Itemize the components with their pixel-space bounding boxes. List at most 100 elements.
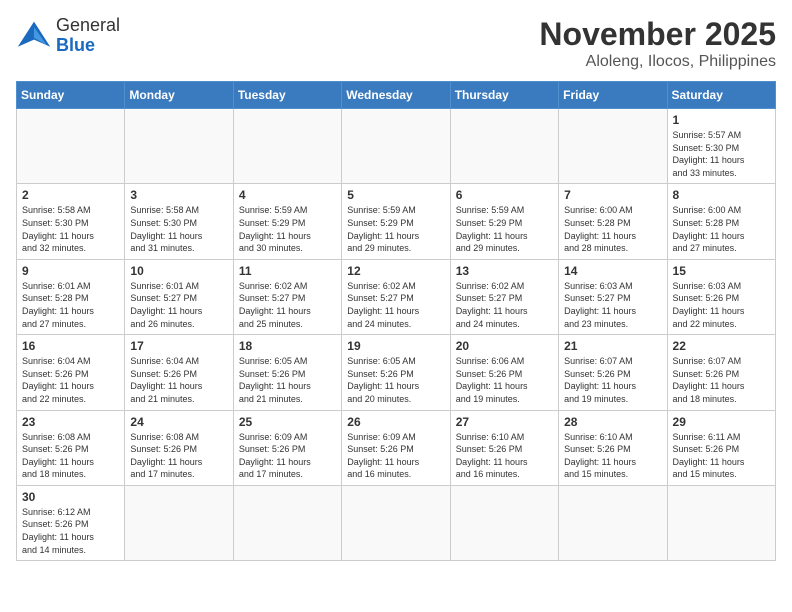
calendar-week-row: 2 Sunrise: 5:58 AM Sunset: 5:30 PM Daylig… bbox=[17, 184, 776, 259]
calendar-cell bbox=[233, 485, 341, 560]
day-info: Sunrise: 6:05 AM Sunset: 5:26 PM Dayligh… bbox=[347, 355, 444, 405]
calendar-cell: 7 Sunrise: 6:00 AM Sunset: 5:28 PM Daylig… bbox=[559, 184, 667, 259]
calendar-cell: 9 Sunrise: 6:01 AM Sunset: 5:28 PM Daylig… bbox=[17, 259, 125, 334]
calendar-cell: 27 Sunrise: 6:10 AM Sunset: 5:26 PM Dayli… bbox=[450, 410, 558, 485]
day-info: Sunrise: 5:58 AM Sunset: 5:30 PM Dayligh… bbox=[130, 204, 227, 254]
day-number: 7 bbox=[564, 188, 661, 202]
weekday-header-wednesday: Wednesday bbox=[342, 82, 450, 109]
day-number: 23 bbox=[22, 415, 119, 429]
day-number: 19 bbox=[347, 339, 444, 353]
day-number: 29 bbox=[673, 415, 770, 429]
day-number: 13 bbox=[456, 264, 553, 278]
day-info: Sunrise: 5:59 AM Sunset: 5:29 PM Dayligh… bbox=[347, 204, 444, 254]
calendar-week-row: 23 Sunrise: 6:08 AM Sunset: 5:26 PM Dayli… bbox=[17, 410, 776, 485]
day-info: Sunrise: 6:06 AM Sunset: 5:26 PM Dayligh… bbox=[456, 355, 553, 405]
day-number: 14 bbox=[564, 264, 661, 278]
calendar-cell: 22 Sunrise: 6:07 AM Sunset: 5:26 PM Dayli… bbox=[667, 335, 775, 410]
calendar-cell: 5Sunrise: 5:59 AM Sunset: 5:29 PM Daylig… bbox=[342, 184, 450, 259]
day-info: Sunrise: 6:00 AM Sunset: 5:28 PM Dayligh… bbox=[564, 204, 661, 254]
calendar-cell: 1Sunrise: 5:57 AM Sunset: 5:30 PM Daylig… bbox=[667, 109, 775, 184]
calendar-cell: 19 Sunrise: 6:05 AM Sunset: 5:26 PM Dayli… bbox=[342, 335, 450, 410]
day-info: Sunrise: 6:12 AM Sunset: 5:26 PM Dayligh… bbox=[22, 506, 119, 556]
day-info: Sunrise: 6:00 AM Sunset: 5:28 PM Dayligh… bbox=[673, 204, 770, 254]
day-info: Sunrise: 6:04 AM Sunset: 5:26 PM Dayligh… bbox=[22, 355, 119, 405]
day-info: Sunrise: 6:03 AM Sunset: 5:27 PM Dayligh… bbox=[564, 280, 661, 330]
day-number: 27 bbox=[456, 415, 553, 429]
day-number: 30 bbox=[22, 490, 119, 504]
weekday-header-friday: Friday bbox=[559, 82, 667, 109]
calendar-cell bbox=[342, 109, 450, 184]
weekday-header-saturday: Saturday bbox=[667, 82, 775, 109]
day-number: 3 bbox=[130, 188, 227, 202]
day-info: Sunrise: 6:02 AM Sunset: 5:27 PM Dayligh… bbox=[456, 280, 553, 330]
day-number: 15 bbox=[673, 264, 770, 278]
day-info: Sunrise: 6:01 AM Sunset: 5:28 PM Dayligh… bbox=[22, 280, 119, 330]
calendar-cell bbox=[125, 485, 233, 560]
calendar-cell: 21Sunrise: 6:07 AM Sunset: 5:26 PM Dayli… bbox=[559, 335, 667, 410]
day-info: Sunrise: 6:10 AM Sunset: 5:26 PM Dayligh… bbox=[456, 431, 553, 481]
calendar-cell: 26Sunrise: 6:09 AM Sunset: 5:26 PM Dayli… bbox=[342, 410, 450, 485]
day-info: Sunrise: 5:57 AM Sunset: 5:30 PM Dayligh… bbox=[673, 129, 770, 179]
day-number: 22 bbox=[673, 339, 770, 353]
day-info: Sunrise: 6:02 AM Sunset: 5:27 PM Dayligh… bbox=[347, 280, 444, 330]
logo-text: General Blue bbox=[56, 16, 120, 56]
day-number: 24 bbox=[130, 415, 227, 429]
day-number: 6 bbox=[456, 188, 553, 202]
day-info: Sunrise: 6:05 AM Sunset: 5:26 PM Dayligh… bbox=[239, 355, 336, 405]
title-area: November 2025 Aloleng, Ilocos, Philippin… bbox=[539, 16, 776, 71]
calendar-cell: 11Sunrise: 6:02 AM Sunset: 5:27 PM Dayli… bbox=[233, 259, 341, 334]
day-info: Sunrise: 6:07 AM Sunset: 5:26 PM Dayligh… bbox=[673, 355, 770, 405]
day-info: Sunrise: 6:02 AM Sunset: 5:27 PM Dayligh… bbox=[239, 280, 336, 330]
day-info: Sunrise: 6:10 AM Sunset: 5:26 PM Dayligh… bbox=[564, 431, 661, 481]
calendar-cell: 28 Sunrise: 6:10 AM Sunset: 5:26 PM Dayli… bbox=[559, 410, 667, 485]
calendar-cell: 4 Sunrise: 5:59 AM Sunset: 5:29 PM Daylig… bbox=[233, 184, 341, 259]
day-info: Sunrise: 5:59 AM Sunset: 5:29 PM Dayligh… bbox=[239, 204, 336, 254]
calendar-cell: 6 Sunrise: 5:59 AM Sunset: 5:29 PM Daylig… bbox=[450, 184, 558, 259]
general-blue-logo-icon bbox=[16, 18, 52, 54]
weekday-header-sunday: Sunday bbox=[17, 82, 125, 109]
day-number: 9 bbox=[22, 264, 119, 278]
day-number: 17 bbox=[130, 339, 227, 353]
calendar-cell: 20Sunrise: 6:06 AM Sunset: 5:26 PM Dayli… bbox=[450, 335, 558, 410]
location-title: Aloleng, Ilocos, Philippines bbox=[539, 53, 776, 71]
day-info: Sunrise: 6:07 AM Sunset: 5:26 PM Dayligh… bbox=[564, 355, 661, 405]
day-number: 2 bbox=[22, 188, 119, 202]
day-info: Sunrise: 6:09 AM Sunset: 5:26 PM Dayligh… bbox=[239, 431, 336, 481]
calendar-cell: 12 Sunrise: 6:02 AM Sunset: 5:27 PM Dayli… bbox=[342, 259, 450, 334]
calendar-cell: 15Sunrise: 6:03 AM Sunset: 5:26 PM Dayli… bbox=[667, 259, 775, 334]
calendar-cell bbox=[559, 109, 667, 184]
calendar-table: SundayMondayTuesdayWednesdayThursdayFrid… bbox=[16, 81, 776, 561]
logo: General Blue bbox=[16, 16, 120, 56]
calendar-cell bbox=[17, 109, 125, 184]
calendar-cell: 17 Sunrise: 6:04 AM Sunset: 5:26 PM Dayli… bbox=[125, 335, 233, 410]
calendar-cell: 24Sunrise: 6:08 AM Sunset: 5:26 PM Dayli… bbox=[125, 410, 233, 485]
day-info: Sunrise: 6:09 AM Sunset: 5:26 PM Dayligh… bbox=[347, 431, 444, 481]
day-info: Sunrise: 6:01 AM Sunset: 5:27 PM Dayligh… bbox=[130, 280, 227, 330]
day-number: 16 bbox=[22, 339, 119, 353]
calendar-cell: 2Sunrise: 5:58 AM Sunset: 5:30 PM Daylig… bbox=[17, 184, 125, 259]
day-number: 25 bbox=[239, 415, 336, 429]
calendar-week-row: 1Sunrise: 5:57 AM Sunset: 5:30 PM Daylig… bbox=[17, 109, 776, 184]
calendar-cell: 13 Sunrise: 6:02 AM Sunset: 5:27 PM Dayli… bbox=[450, 259, 558, 334]
calendar-cell: 30 Sunrise: 6:12 AM Sunset: 5:26 PM Dayli… bbox=[17, 485, 125, 560]
day-info: Sunrise: 5:59 AM Sunset: 5:29 PM Dayligh… bbox=[456, 204, 553, 254]
day-info: Sunrise: 6:04 AM Sunset: 5:26 PM Dayligh… bbox=[130, 355, 227, 405]
calendar-cell: 23 Sunrise: 6:08 AM Sunset: 5:26 PM Dayli… bbox=[17, 410, 125, 485]
calendar-cell: 16 Sunrise: 6:04 AM Sunset: 5:26 PM Dayli… bbox=[17, 335, 125, 410]
calendar-week-row: 30 Sunrise: 6:12 AM Sunset: 5:26 PM Dayli… bbox=[17, 485, 776, 560]
day-number: 4 bbox=[239, 188, 336, 202]
calendar-cell bbox=[450, 109, 558, 184]
calendar-week-row: 9 Sunrise: 6:01 AM Sunset: 5:28 PM Daylig… bbox=[17, 259, 776, 334]
day-number: 28 bbox=[564, 415, 661, 429]
day-info: Sunrise: 6:08 AM Sunset: 5:26 PM Dayligh… bbox=[22, 431, 119, 481]
weekday-header-monday: Monday bbox=[125, 82, 233, 109]
calendar-cell bbox=[559, 485, 667, 560]
day-number: 12 bbox=[347, 264, 444, 278]
month-title: November 2025 bbox=[539, 16, 776, 53]
day-number: 18 bbox=[239, 339, 336, 353]
day-info: Sunrise: 6:11 AM Sunset: 5:26 PM Dayligh… bbox=[673, 431, 770, 481]
calendar-cell bbox=[342, 485, 450, 560]
weekday-header-row: SundayMondayTuesdayWednesdayThursdayFrid… bbox=[17, 82, 776, 109]
calendar-cell: 10Sunrise: 6:01 AM Sunset: 5:27 PM Dayli… bbox=[125, 259, 233, 334]
calendar-cell: 14 Sunrise: 6:03 AM Sunset: 5:27 PM Dayli… bbox=[559, 259, 667, 334]
